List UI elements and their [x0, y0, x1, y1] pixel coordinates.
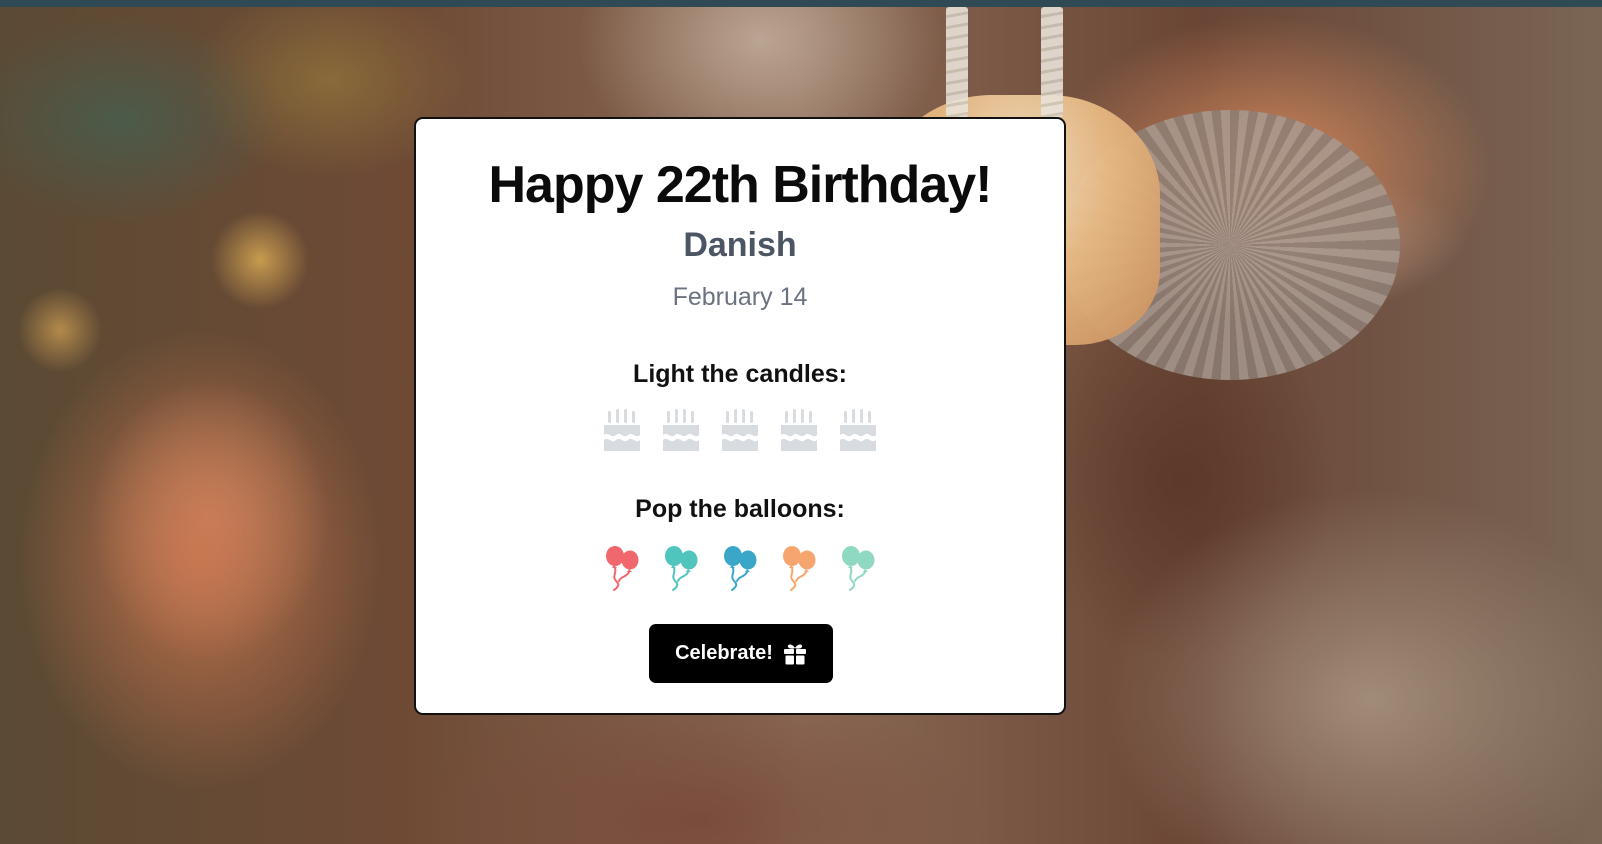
browser-top-strip [0, 0, 1602, 7]
balloon-5[interactable] [837, 543, 879, 593]
candle-cake-3[interactable] [719, 406, 761, 456]
background-candle [946, 7, 968, 117]
gift-icon [783, 644, 806, 664]
candle-cake-5[interactable] [837, 406, 879, 456]
balloon-1[interactable] [601, 543, 643, 593]
balloons-heading: Pop the balloons: [635, 495, 845, 523]
birthday-cake-icon [840, 409, 876, 451]
background-candle [1041, 7, 1063, 117]
birthday-card: Happy 22th Birthday! Danish February 14 … [414, 117, 1066, 715]
balloons-icon [606, 546, 639, 591]
candle-cake-2[interactable] [660, 406, 702, 456]
balloon-4[interactable] [778, 543, 820, 593]
balloon-3[interactable] [719, 543, 761, 593]
candle-cake-1[interactable] [601, 406, 643, 456]
balloons-icon [783, 546, 816, 591]
recipient-name: Danish [683, 226, 797, 264]
birthday-date: February 14 [672, 283, 808, 311]
balloon-2[interactable] [660, 543, 702, 593]
balloons-icon [842, 546, 875, 591]
birthday-title: Happy 22th Birthday! [488, 156, 993, 214]
birthday-cake-icon [663, 409, 699, 451]
candle-row [416, 406, 1064, 456]
balloons-icon [665, 546, 698, 591]
candles-heading: Light the candles: [633, 360, 847, 388]
balloon-row [416, 543, 1064, 593]
birthday-cake-icon [722, 409, 758, 451]
page: Happy 22th Birthday! Danish February 14 … [0, 0, 1602, 844]
celebrate-button[interactable]: Celebrate! [649, 624, 833, 683]
birthday-cake-icon [604, 409, 640, 451]
balloons-icon [724, 546, 757, 591]
celebrate-button-label: Celebrate! [675, 642, 773, 664]
birthday-cake-icon [781, 409, 817, 451]
candle-cake-4[interactable] [778, 406, 820, 456]
